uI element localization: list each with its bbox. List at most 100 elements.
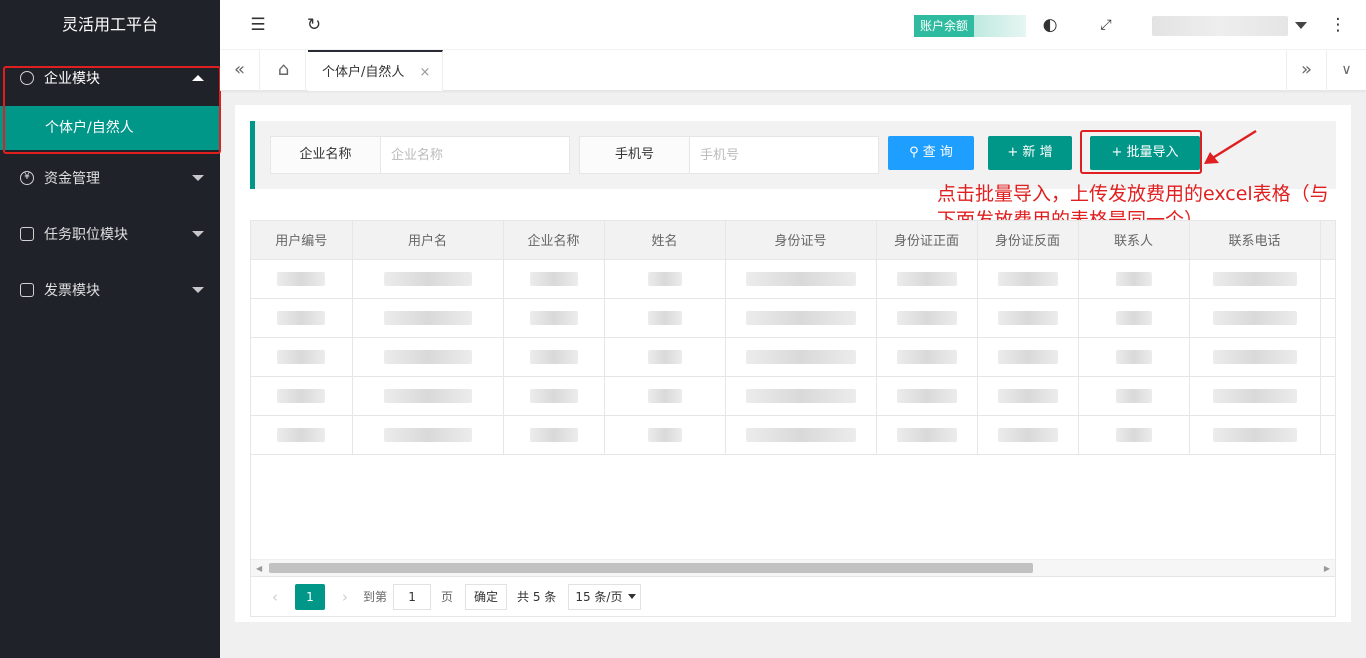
column-header[interactable]: 用户编号 — [251, 221, 353, 260]
more-vertical-icon[interactable]: ⋮ — [1328, 15, 1348, 35]
table-cell-redacted — [503, 259, 605, 299]
sidebar-item-funds[interactable]: ¥ 资金管理 — [0, 150, 220, 206]
batch-import-button[interactable]: + 批量导入 — [1090, 136, 1200, 170]
column-header[interactable]: 姓名 — [604, 221, 726, 260]
table-row[interactable] — [251, 415, 1335, 455]
horizontal-scrollbar[interactable]: ◀ ▶ — [251, 559, 1335, 576]
table-cell-redacted — [1189, 298, 1321, 338]
user-settings-icon — [20, 71, 34, 85]
balance-label: 账户余额 — [914, 15, 975, 37]
redacted-value — [1212, 310, 1297, 325]
table-cell-redacted — [1189, 376, 1321, 416]
table-row[interactable] — [251, 376, 1335, 416]
tab-label: 个体户/自然人 — [322, 65, 405, 80]
chevron-down-icon — [628, 594, 637, 599]
scroll-right-arrow-icon[interactable]: ▶ — [1324, 564, 1330, 573]
chevron-up-icon — [192, 75, 204, 81]
fullscreen-icon[interactable]: ⤢ — [1096, 15, 1116, 35]
data-table: 用户编号 用户名 企业名称 姓名 身份证号 身份证正面 身份证反面 联系人 联系… — [250, 220, 1336, 577]
redacted-value — [1212, 271, 1297, 286]
scroll-left-arrow-icon[interactable]: ◀ — [256, 564, 262, 573]
main-content: 企业名称 手机号 ⚲ 查 询 + 新 增 + 批量导入 点击批量导入，上传发放费… — [235, 105, 1351, 622]
sidebar-item-label: 企业模块 — [44, 71, 100, 87]
redacted-value — [529, 310, 578, 325]
column-header[interactable]: 联系电话 — [1189, 221, 1321, 260]
redacted-value — [647, 388, 682, 403]
company-field: 企业名称 — [270, 136, 570, 174]
page-size-select[interactable]: 15 条/页 — [568, 583, 642, 610]
table-cell-redacted — [725, 376, 877, 416]
phone-input[interactable] — [690, 137, 878, 173]
redacted-value — [896, 427, 957, 442]
chevron-down-icon — [192, 175, 204, 181]
search-icon: ⚲ — [909, 145, 923, 160]
tabs-menu-chevron-down-icon[interactable]: ∨ — [1326, 50, 1366, 91]
table-cell-redacted — [251, 298, 353, 338]
home-icon[interactable]: ⌂ — [262, 50, 306, 91]
next-page-icon[interactable]: › — [333, 588, 357, 606]
add-button[interactable]: + 新 增 — [988, 136, 1072, 170]
sidebar-item-enterprise[interactable]: 企业模块 — [0, 50, 220, 106]
column-header-extra — [1320, 221, 1335, 260]
tabs-scroll-left-icon[interactable]: « — [220, 50, 260, 91]
table-body — [251, 259, 1335, 455]
page-size-value: 15 条/页 — [575, 589, 623, 604]
redacted-value — [997, 310, 1058, 325]
table-cell-redacted — [251, 337, 353, 377]
app-logo: 灵活用工平台 — [61, 15, 158, 34]
prev-page-icon[interactable]: ‹ — [263, 588, 287, 606]
query-button[interactable]: ⚲ 查 询 — [888, 136, 974, 170]
phone-field: 手机号 — [579, 136, 879, 174]
table-cell-redacted — [876, 298, 978, 338]
close-icon[interactable]: × — [419, 52, 430, 93]
user-name-blurred[interactable] — [1152, 16, 1288, 36]
table-cell-redacted — [604, 337, 726, 377]
user-dropdown-icon[interactable] — [1295, 22, 1307, 29]
table-cell-redacted — [503, 376, 605, 416]
table-row[interactable] — [251, 337, 1335, 377]
table-cell-redacted — [352, 259, 504, 299]
goto-confirm-button[interactable]: 确定 — [465, 583, 508, 610]
column-header[interactable]: 企业名称 — [503, 221, 605, 260]
sidebar-item-invoice[interactable]: 发票模块 — [0, 262, 220, 318]
column-header[interactable]: 联系人 — [1078, 221, 1190, 260]
column-header[interactable]: 身份证正面 — [876, 221, 978, 260]
table-cell-extra — [1320, 376, 1335, 416]
scrollbar-thumb[interactable] — [269, 563, 1033, 573]
redacted-value — [277, 388, 326, 403]
tab-individual[interactable]: 个体户/自然人 × — [308, 50, 444, 93]
table-cell-redacted — [1078, 298, 1190, 338]
table-cell-redacted — [352, 337, 504, 377]
phone-label: 手机号 — [580, 137, 690, 173]
table-cell-redacted — [503, 337, 605, 377]
goto-page-input[interactable]: 1 — [393, 583, 432, 610]
company-input[interactable] — [381, 137, 569, 173]
column-header[interactable]: 用户名 — [352, 221, 504, 260]
table-header-row: 用户编号 用户名 企业名称 姓名 身份证号 身份证正面 身份证反面 联系人 联系… — [251, 221, 1335, 260]
theme-palette-icon[interactable]: ◐ — [1040, 15, 1060, 35]
menu-fold-icon[interactable]: ☰ — [248, 15, 268, 35]
sidebar-item-tasks[interactable]: 任务职位模块 — [0, 206, 220, 262]
redacted-value — [997, 349, 1058, 364]
chevron-down-icon — [192, 231, 204, 237]
balance-value-blurred — [974, 15, 1027, 37]
table-cell-redacted — [876, 259, 978, 299]
table-row[interactable] — [251, 259, 1335, 299]
redacted-value — [1115, 271, 1152, 286]
redacted-value — [529, 388, 578, 403]
table-cell-extra — [1320, 259, 1335, 299]
table-cell-redacted — [251, 415, 353, 455]
sidebar-item-label: 资金管理 — [44, 171, 100, 187]
table-cell-extra — [1320, 415, 1335, 455]
table-row[interactable] — [251, 298, 1335, 338]
query-button-label: 查 询 — [922, 145, 953, 160]
table-cell-redacted — [604, 259, 726, 299]
tabs-scroll-right-icon[interactable]: » — [1286, 50, 1326, 91]
column-header[interactable]: 身份证号 — [725, 221, 877, 260]
refresh-icon[interactable]: ↻ — [304, 15, 324, 35]
sidebar: 灵活用工平台 企业模块 个体户/自然人 ¥ 资金管理 任务职位模块 发票模块 — [0, 0, 220, 658]
column-header[interactable]: 身份证反面 — [977, 221, 1079, 260]
sidebar-subitem-individual[interactable]: 个体户/自然人 — [0, 106, 220, 150]
table-cell-redacted — [604, 298, 726, 338]
current-page[interactable]: 1 — [295, 583, 325, 610]
